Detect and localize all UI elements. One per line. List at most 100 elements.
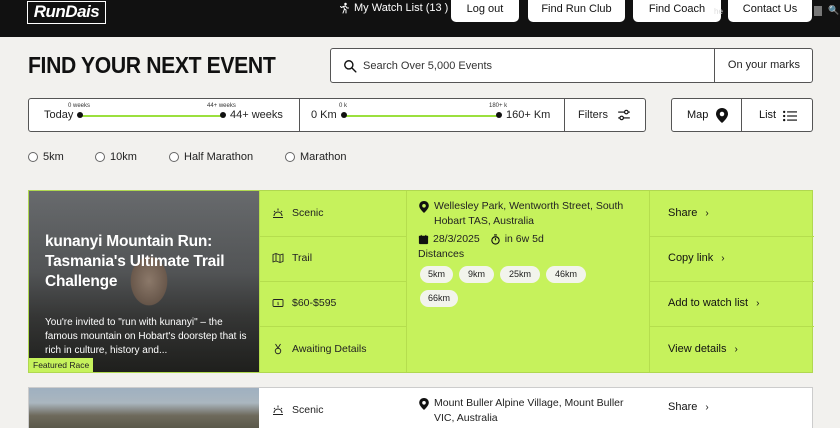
radio-5km[interactable]: 5km xyxy=(28,151,64,163)
radio-label: 10km xyxy=(110,151,137,163)
radio-circle[interactable] xyxy=(95,152,105,162)
column-divider xyxy=(406,191,407,372)
list-label: List xyxy=(759,109,777,121)
attr-scenic: Scenic xyxy=(272,404,324,416)
featured-badge: Featured Race xyxy=(29,358,94,372)
time-end-label: 44+ weeks xyxy=(230,109,283,121)
contact-us-button[interactable]: Contact Us xyxy=(728,0,812,22)
attr-label: Awaiting Details xyxy=(292,343,367,355)
distance-chip[interactable]: 5km xyxy=(420,266,453,283)
share-button[interactable]: Share › xyxy=(668,207,709,219)
sliders-icon xyxy=(618,109,630,121)
time-slider-track xyxy=(79,115,223,117)
filter-divider xyxy=(564,99,565,131)
distance-chip[interactable]: 66km xyxy=(420,290,458,307)
logout-button[interactable]: Log out xyxy=(451,0,519,22)
calendar-icon xyxy=(418,234,429,244)
distances-label: Distances xyxy=(418,248,465,260)
add-to-watch-list-label: Add to watch list xyxy=(668,297,749,309)
location-pin-icon xyxy=(419,201,429,213)
row-divider xyxy=(649,326,814,327)
filter-divider xyxy=(299,99,300,131)
view-details-label: View details xyxy=(668,343,727,355)
runner-icon xyxy=(340,2,349,14)
radio-half-marathon[interactable]: Half Marathon xyxy=(169,151,253,163)
distance-slider-handle-start[interactable] xyxy=(341,112,347,118)
add-to-watch-list-button[interactable]: Add to watch list › xyxy=(668,297,759,309)
distance-slider-handle-end[interactable] xyxy=(496,112,502,118)
find-run-club-button[interactable]: Find Run Club xyxy=(528,0,625,22)
map-icon xyxy=(272,253,284,263)
radio-10km[interactable]: 10km xyxy=(95,151,137,163)
event-location: Mount Buller Alpine Village, Mount Bulle… xyxy=(434,397,624,424)
distance-tick-start: 0 k xyxy=(339,103,348,109)
attr-price: $ $60-$595 xyxy=(272,297,336,309)
medal-icon xyxy=(274,343,282,355)
view-details-button[interactable]: View details › xyxy=(668,343,738,355)
share-label: Share xyxy=(668,207,698,219)
distance-end-label: 160+ Km xyxy=(506,109,551,121)
distance-slider-track xyxy=(344,115,499,117)
row-divider xyxy=(259,281,406,282)
rundais-logo[interactable]: RunDais xyxy=(27,1,106,24)
distance-chip[interactable]: 46km xyxy=(546,266,586,283)
event-countdown: in 6w 5d xyxy=(504,233,544,245)
distance-chip[interactable]: 9km xyxy=(459,266,494,283)
radio-circle[interactable] xyxy=(285,152,295,162)
share-button[interactable]: Share › xyxy=(668,401,709,413)
attr-label: Scenic xyxy=(292,207,324,219)
attr-label: Scenic xyxy=(292,404,324,416)
list-view-button[interactable]: List xyxy=(742,98,813,132)
map-pin-icon xyxy=(716,108,728,123)
extension-icon[interactable] xyxy=(814,6,822,16)
distance-tick-end: 180+ k xyxy=(489,103,508,109)
chevron-right-icon: › xyxy=(705,207,709,219)
sunrise-icon xyxy=(273,208,283,218)
distance-chip[interactable]: 25km xyxy=(500,266,540,283)
chevron-right-icon: › xyxy=(705,401,709,413)
event-title[interactable]: kunanyi Mountain Run: Tasmania's Ultimat… xyxy=(45,232,250,292)
row-divider xyxy=(649,236,814,237)
copy-link-label: Copy link xyxy=(668,252,714,264)
attr-scenic: Scenic xyxy=(272,207,324,219)
attr-label: $60-$595 xyxy=(292,297,337,309)
map-label: Map xyxy=(687,109,709,121)
row-divider xyxy=(259,326,406,327)
location-pin-icon xyxy=(419,398,429,410)
attr-status: Awaiting Details xyxy=(272,343,367,355)
share-label: Share xyxy=(668,401,698,413)
event-card[interactable]: kunanyi Mountain Run: Tasmania's Ultimat… xyxy=(28,190,814,373)
watch-list-label: My Watch List (13 ) xyxy=(354,2,449,14)
on-your-marks-button[interactable]: On your marks xyxy=(715,49,813,82)
event-description: You're invited to "run with kunanyi" – t… xyxy=(45,317,247,356)
top-nav: RunDais My Watch List (13 ) Log out Find… xyxy=(0,0,840,37)
time-start-label: Today xyxy=(44,109,74,121)
radio-label: Marathon xyxy=(300,151,347,163)
find-coach-button[interactable]: Find Coach xyxy=(633,0,721,22)
chevron-right-icon: › xyxy=(756,297,760,309)
chevron-right-icon: › xyxy=(721,252,725,264)
time-slider-handle-start[interactable] xyxy=(77,112,83,118)
hidden-nav-text: he xyxy=(714,7,723,16)
attr-label: Trail xyxy=(292,252,313,264)
watch-list-link[interactable]: My Watch List (13 ) xyxy=(338,2,448,14)
radio-circle[interactable] xyxy=(28,152,38,162)
time-slider-handle-end[interactable] xyxy=(220,112,226,118)
event-date: 28/3/2025 xyxy=(433,233,480,245)
event-card[interactable]: Scenic Mount Buller Alpine Village, Moun… xyxy=(28,387,813,428)
event-image[interactable] xyxy=(29,388,259,428)
map-view-button[interactable]: Map xyxy=(671,98,742,132)
radio-marathon[interactable]: Marathon xyxy=(285,151,346,163)
page-title: FIND YOUR NEXT EVENT xyxy=(28,52,276,78)
search-bar: On your marks xyxy=(330,48,813,83)
search-input[interactable] xyxy=(363,59,703,72)
search-extension-icon[interactable]: 🔍 xyxy=(828,5,839,16)
row-divider xyxy=(259,236,406,237)
row-divider xyxy=(649,281,814,282)
event-image[interactable]: kunanyi Mountain Run: Tasmania's Ultimat… xyxy=(29,191,259,372)
filter-bar: Today 0 weeks 44+ weeks 44+ weeks 0 Km 0… xyxy=(28,98,646,132)
radio-circle[interactable] xyxy=(169,152,179,162)
filters-button[interactable]: Filters xyxy=(578,109,608,121)
sunrise-icon xyxy=(273,405,283,415)
copy-link-button[interactable]: Copy link › xyxy=(668,252,725,264)
